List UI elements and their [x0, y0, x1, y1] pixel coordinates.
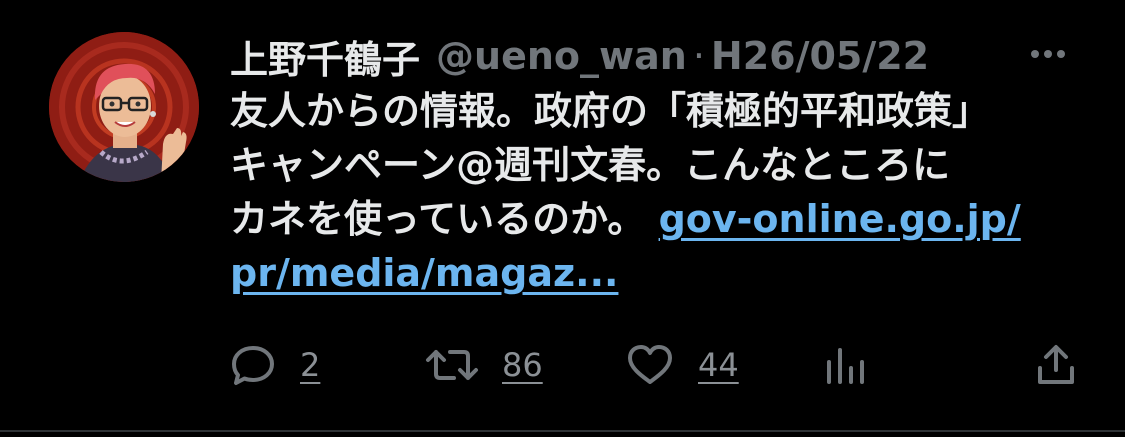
more-options-button[interactable] — [1026, 40, 1070, 68]
retweet-count[interactable]: 86 — [502, 346, 543, 384]
retweet-icon — [426, 350, 478, 380]
views-icon — [827, 348, 864, 384]
share-icon — [1038, 345, 1074, 384]
like-icon — [628, 345, 672, 384]
tweet-card[interactable]: 上野千鶴子 @ueno_wan · H26/05/22 友人からの情報。政府の「… — [0, 0, 1125, 437]
avatar-image — [49, 32, 199, 182]
avatar[interactable] — [49, 32, 199, 182]
more-icon — [1031, 50, 1065, 58]
action-bar: 2 86 44 — [228, 335, 1088, 395]
views-button[interactable] — [823, 335, 867, 395]
tweet-link-continued[interactable]: pr/media/magaz... — [230, 251, 618, 295]
tweet-text-line: pr/media/magaz... — [230, 246, 1080, 300]
like-count[interactable]: 44 — [698, 346, 739, 384]
reply-button[interactable]: 2 — [228, 335, 320, 395]
tweet-text-line: キャンペーン@週刊文春。こんなところに — [230, 143, 951, 187]
reply-count[interactable]: 2 — [300, 346, 320, 384]
tweet-text-line: 友人からの情報。政府の「積極的平和政策」 — [230, 89, 991, 133]
like-button[interactable]: 44 — [624, 335, 739, 395]
tweet-date[interactable]: H26/05/22 — [711, 34, 929, 78]
share-button[interactable] — [1036, 335, 1076, 395]
tweet-link[interactable]: gov-online.go.jp/ — [659, 197, 1021, 241]
user-handle[interactable]: @ueno_wan — [436, 34, 687, 78]
divider — [0, 430, 1125, 432]
tweet-text: 友人からの情報。政府の「積極的平和政策」 キャンペーン@週刊文春。こんなところに… — [230, 84, 1080, 300]
tweet-text-line: カネを使っているのか。 gov-online.go.jp/ — [230, 192, 1080, 246]
separator-dot: · — [692, 34, 705, 78]
tweet-header: 上野千鶴子 @ueno_wan · H26/05/22 — [230, 26, 929, 86]
reply-icon — [232, 346, 274, 385]
tweet-text-segment: カネを使っているのか。 — [230, 197, 659, 241]
retweet-button[interactable]: 86 — [424, 335, 543, 395]
display-name[interactable]: 上野千鶴子 — [230, 29, 420, 84]
